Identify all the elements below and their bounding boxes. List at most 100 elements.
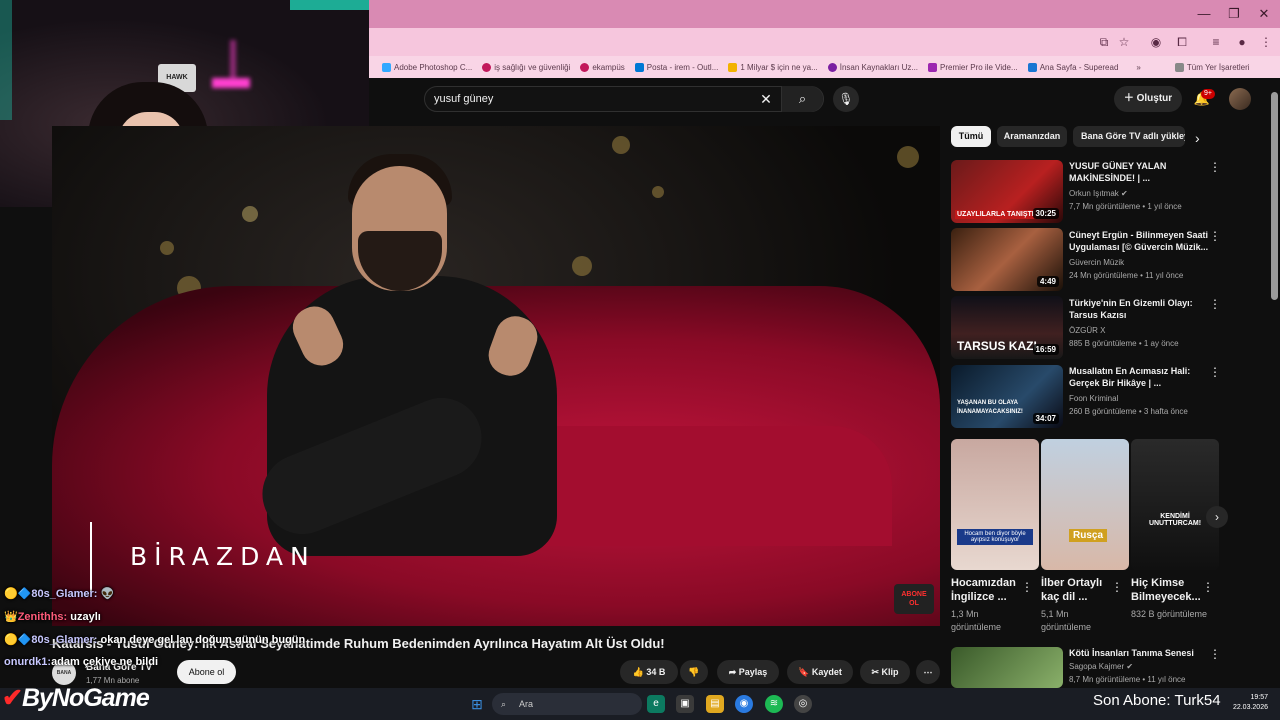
shorts-thumbnail[interactable]: Hocam ben diyor böyle ayıpsız konuşuyor [951, 439, 1039, 570]
more-menu-icon[interactable]: ⋮ [1256, 32, 1276, 52]
profile-icon[interactable]: ● [1232, 32, 1252, 52]
menu-list-icon[interactable]: ≡ [1206, 32, 1226, 52]
more-vert-icon[interactable]: ⋮ [1209, 160, 1221, 174]
subscribe-badge: ABONE OL [894, 584, 934, 614]
shorts-views: 832 B görüntüleme [1131, 609, 1208, 619]
store-icon[interactable]: ▣ [676, 695, 694, 713]
emote-icon: 👽 [100, 588, 115, 600]
chip-all[interactable]: Tümü [951, 126, 991, 147]
microphone-icon[interactable]: 🎙 [833, 86, 859, 112]
chip-from-uploader[interactable]: Bana Göre TV adlı yükleyiciden [1073, 126, 1185, 147]
search-icon[interactable]: ⌕ [781, 86, 823, 112]
video-title-link[interactable]: Kötü İnsanları Tanıma Senesi [1069, 647, 1209, 659]
share-button[interactable]: ➦ Paylaş [717, 660, 779, 684]
bookmarks-overflow[interactable]: » [1133, 63, 1143, 72]
video-thumbnail[interactable]: UZAYLILARLA TANIŞTI 30:25 [951, 160, 1063, 223]
badge-icon: 🟡🔷 [4, 634, 32, 646]
bookmark-item[interactable]: Posta - irem - Outl... [632, 62, 722, 72]
video-meta: 885 B görüntüleme • 1 ay önce [1069, 339, 1179, 348]
chrome-icon[interactable]: ◉ [735, 695, 753, 713]
video-title-link[interactable]: YUSUF GÜNEY YALAN MAKİNESİNDE! | ... [1069, 160, 1209, 184]
more-vert-icon[interactable]: ⋮ [1111, 580, 1123, 594]
video-title-link[interactable]: Cüneyt Ergün - Bilinmeyen Saati Uygulama… [1069, 229, 1209, 253]
more-vert-icon[interactable]: ⋮ [1209, 229, 1221, 243]
notification-badge: 9+ [1201, 89, 1215, 99]
clip-button[interactable]: ✂ Klip [860, 660, 910, 684]
search-box: ✕ ⌕ [424, 86, 824, 112]
install-app-icon[interactable]: ⧉ [1094, 32, 1114, 52]
chat-message: onurdk1:adam çekiye ne bildi [4, 656, 159, 668]
more-vert-icon[interactable]: ⋮ [1209, 297, 1221, 311]
bookmark-star-icon[interactable]: ☆ [1114, 32, 1134, 52]
minimize-icon[interactable]: — [1190, 4, 1218, 24]
video-thumbnail[interactable] [951, 647, 1063, 688]
channel-name[interactable]: Foon Kriminal [1069, 394, 1118, 403]
chip-from-search[interactable]: Aramanızdan [997, 126, 1067, 147]
spotify-icon[interactable]: ≋ [765, 695, 783, 713]
chevron-right-icon[interactable]: › [1206, 506, 1228, 528]
search-input[interactable] [425, 93, 751, 105]
dislike-button[interactable]: 👎 [680, 660, 708, 684]
bookmark-item[interactable]: iş sağlığı ve güvenliği [479, 62, 573, 72]
chevron-right-icon[interactable]: › [1195, 130, 1200, 146]
shorts-thumbnail[interactable]: Rusça [1041, 439, 1129, 570]
video-thumbnail[interactable]: TARSUS KAZI 16:59 [951, 296, 1063, 359]
last-subscriber-overlay: Son Abone: Turk54 [1093, 692, 1221, 709]
bookmark-item[interactable]: 1 Milyar $ için ne ya... [725, 62, 820, 72]
bookmark-item[interactable]: İnsan Kaynakları Uz... [825, 62, 921, 72]
obs-icon[interactable]: ◎ [794, 695, 812, 713]
more-vert-icon[interactable]: ⋮ [1021, 580, 1033, 594]
windows-start-icon[interactable]: ⊞ [468, 695, 486, 713]
all-bookmarks[interactable]: Tüm Yer İşaretleri [1172, 62, 1253, 72]
channel-name[interactable]: Orkun Işıtmak ✔ [1069, 189, 1128, 198]
shorts-thumbnail[interactable]: KENDİMİ UNUTTURCAM! [1131, 439, 1219, 570]
channel-name[interactable]: ÖZGÜR X [1069, 326, 1105, 335]
bookmark-item[interactable]: ekampüs [577, 62, 627, 72]
more-vert-icon[interactable]: ⋮ [1209, 365, 1221, 379]
channel-name[interactable]: Güvercin Müzik [1069, 258, 1124, 267]
address-bar[interactable] [369, 28, 1280, 56]
maximize-icon[interactable]: ❐ [1220, 4, 1248, 24]
extension-icon[interactable]: ◉ [1146, 32, 1166, 52]
clear-icon[interactable]: ✕ [751, 91, 781, 108]
channel-name[interactable]: Sagopa Kajmer ✔ [1069, 662, 1133, 671]
close-icon[interactable]: ✕ [1250, 4, 1278, 24]
bookmark-item[interactable]: Ana Sayfa - Superead [1025, 62, 1122, 72]
more-vert-icon[interactable]: ⋮ [1209, 647, 1221, 661]
more-vert-icon[interactable]: ⋮ [1202, 580, 1214, 594]
video-title-link[interactable]: Türkiye'nin En Gizemli Olayı: Tarsus Kaz… [1069, 297, 1209, 321]
video-thumbnail[interactable]: 4:49 [951, 228, 1063, 291]
video-player[interactable]: BİRAZDAN ABONE OL [52, 126, 940, 626]
chat-message: 🟡🔷80s_Glamer: okan deye gel lan doğum gü… [4, 634, 306, 646]
subscribe-button[interactable]: Abone ol [177, 660, 236, 684]
bynogame-icon: ✔ [2, 684, 23, 712]
account-avatar[interactable] [1229, 88, 1251, 110]
shorts-title[interactable]: Hocamızdan İngilizce ... [951, 576, 1031, 604]
edge-icon[interactable]: e [647, 695, 665, 713]
crown-icon: 👑 [4, 611, 18, 623]
video-thumbnail[interactable]: YAŞANAN BU OLAYA İNANAMAYACAKSINIZ! 34:0… [951, 365, 1063, 428]
thumbs-down-icon: 👎 [688, 667, 700, 677]
video-duration: 4:49 [1036, 276, 1059, 287]
video-title-link[interactable]: Musallatın En Acımasız Hali: Gerçek Bir … [1069, 365, 1209, 389]
bookmark-item[interactable]: Premier Pro ile Vide... [925, 62, 1021, 72]
scissors-icon: ✂ [871, 667, 882, 677]
taskbar-search[interactable]: ⌕ Ara [492, 693, 642, 715]
shorts-title[interactable]: İlber Ortaylı kaç dil ... [1041, 576, 1121, 604]
chat-message: 🟡🔷80s_Glamer: 👽 [4, 588, 115, 600]
file-explorer-icon[interactable]: ▤ [706, 695, 724, 713]
shorts-title[interactable]: Hiç Kimse Bilmeyecek... [1131, 576, 1211, 604]
page-scrollbar[interactable] [1271, 92, 1278, 300]
chat-message: 👑Zenithhs: uzaylı [4, 611, 101, 623]
save-button[interactable]: 🔖 Kaydet [787, 660, 853, 684]
more-actions-button[interactable]: ⋯ [916, 660, 940, 684]
puzzle-icon[interactable]: ⧠ [1172, 32, 1192, 52]
verified-icon: ✔ [1126, 662, 1134, 671]
create-button[interactable]: ＋ Oluştur [1114, 86, 1182, 112]
badge-icon: 🟡🔷 [4, 588, 32, 600]
bookmark-item[interactable]: Adobe Photoshop C... [379, 62, 475, 72]
system-clock: 19:57 22.03.2026 [1232, 694, 1268, 711]
video-meta: 260 B görüntüleme • 3 hafta önce [1069, 407, 1188, 416]
like-button[interactable]: 👍 34 B [620, 660, 678, 684]
plus-icon: ＋ [1123, 93, 1137, 104]
